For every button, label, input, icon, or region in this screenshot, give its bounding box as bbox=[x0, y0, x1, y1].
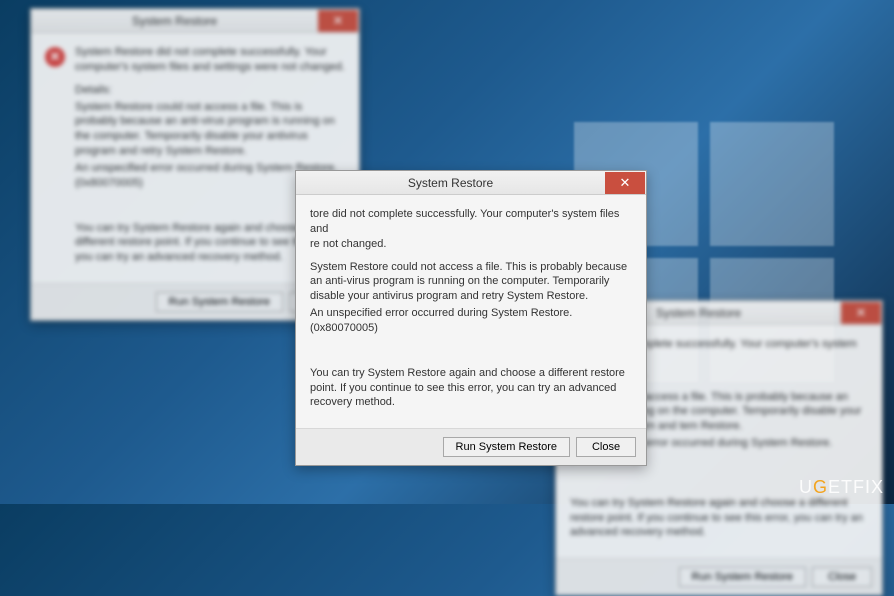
dialog-body: tore did not complete successfully. Your… bbox=[296, 195, 646, 428]
dialog-footer: Run System Restore Close bbox=[296, 428, 646, 465]
watermark-prefix: U bbox=[799, 477, 813, 497]
dialog-footer: Run System Restore Close bbox=[556, 558, 882, 595]
summary-text: System Restore did not complete successf… bbox=[75, 45, 345, 75]
details-text: System Restore could not access a file. … bbox=[310, 260, 632, 305]
close-button[interactable]: Close bbox=[576, 437, 636, 457]
watermark: UGETFIX bbox=[799, 477, 884, 498]
error-icon: ✕ bbox=[45, 47, 65, 67]
window-title: System Restore bbox=[31, 14, 318, 28]
summary-text: tore did not complete successfully. Your… bbox=[310, 207, 632, 252]
run-system-restore-button[interactable]: Run System Restore bbox=[443, 437, 570, 457]
system-restore-dialog-main: System Restore ✕ tore did not complete s… bbox=[295, 170, 647, 466]
titlebar: System Restore ✕ bbox=[296, 171, 646, 195]
details-label: Details: bbox=[75, 83, 345, 98]
close-icon[interactable]: ✕ bbox=[841, 302, 881, 324]
watermark-highlight: G bbox=[813, 477, 828, 497]
error-code-text: An unspecified error occurred during Sys… bbox=[310, 306, 632, 336]
titlebar: System Restore ✕ bbox=[31, 9, 359, 33]
retry-text: You can try System Restore again and cho… bbox=[310, 366, 632, 411]
window-title: System Restore bbox=[296, 176, 605, 190]
close-button[interactable]: Close bbox=[812, 567, 872, 587]
run-system-restore-button[interactable]: Run System Restore bbox=[156, 292, 283, 312]
close-icon[interactable]: ✕ bbox=[318, 10, 358, 32]
watermark-suffix: ETFIX bbox=[828, 477, 884, 497]
close-icon[interactable]: ✕ bbox=[605, 172, 645, 194]
run-system-restore-button[interactable]: Run System Restore bbox=[679, 567, 806, 587]
retry-text: You can try System Restore again and cho… bbox=[570, 496, 868, 541]
details-text: System Restore could not access a file. … bbox=[75, 100, 345, 159]
